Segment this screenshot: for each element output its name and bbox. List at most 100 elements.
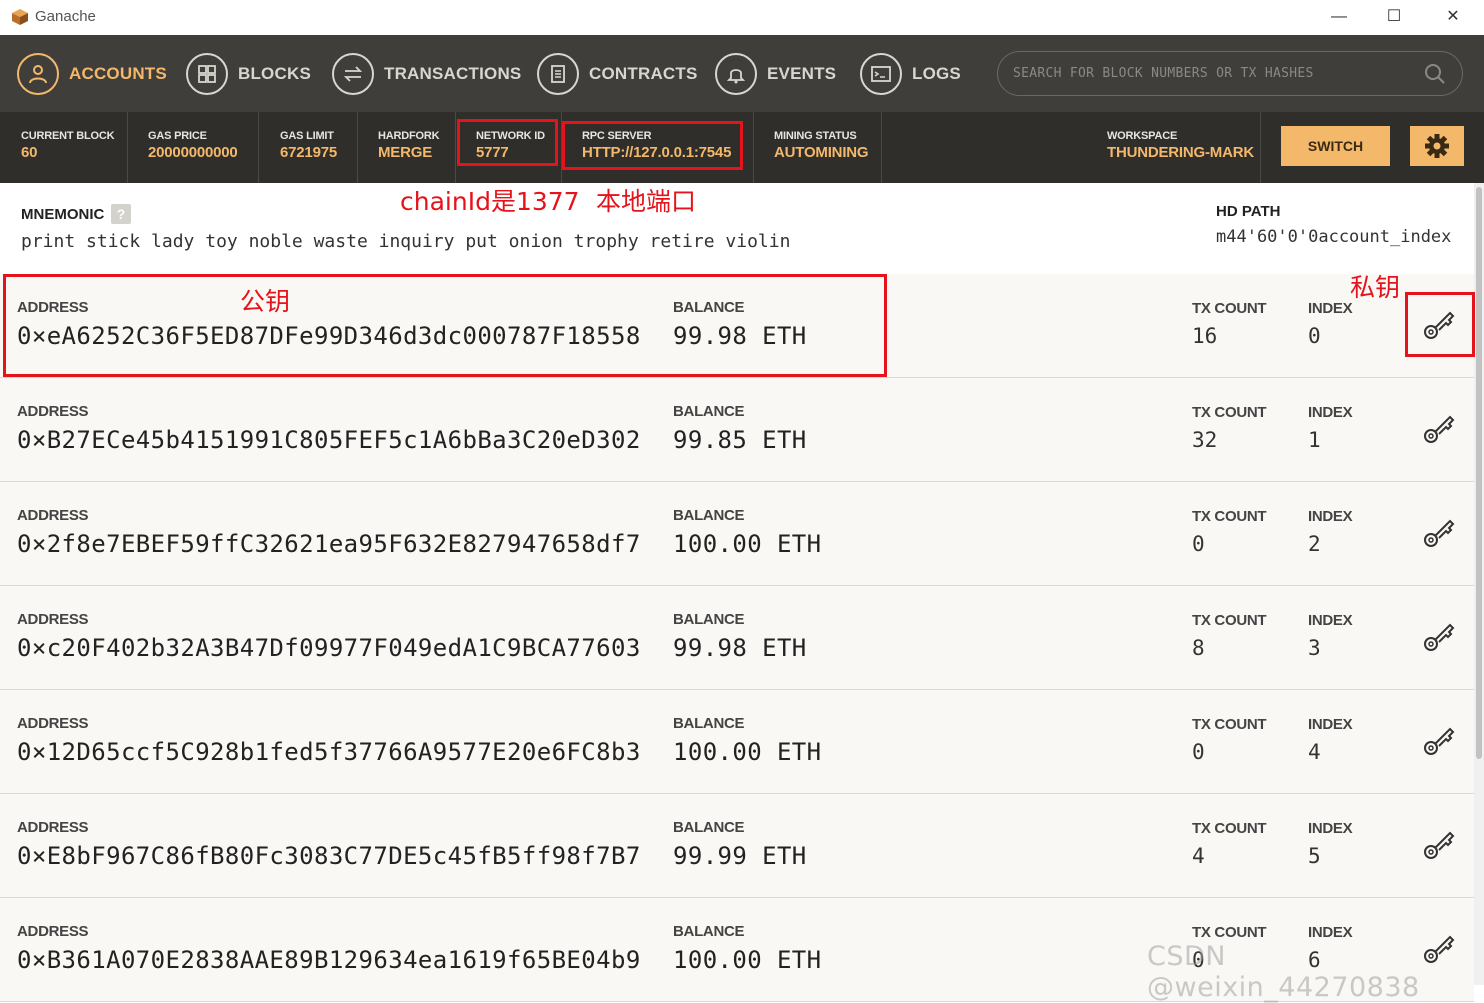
- index-label: INDEX: [1308, 404, 1353, 421]
- key-icon[interactable]: [1422, 619, 1456, 653]
- stat-label: MINING STATUS: [774, 130, 857, 142]
- account-balance: 99.85 ETH: [673, 426, 807, 454]
- account-tx-count: 0: [1192, 532, 1205, 556]
- account-balance: 99.98 ETH: [673, 634, 807, 662]
- index-label: INDEX: [1308, 924, 1353, 941]
- hardfork-stat: HARDFORK MERGE: [378, 130, 440, 161]
- balance-label: BALANCE: [673, 611, 745, 628]
- divider: [455, 112, 456, 183]
- help-icon[interactable]: ?: [111, 204, 131, 224]
- search-icon[interactable]: [1424, 63, 1446, 85]
- tx-count-label: TX COUNT: [1192, 612, 1267, 629]
- current-block-stat: CURRENT BLOCK 60: [21, 130, 115, 161]
- account-row: ADDRESS 0×12D65ccf5C928b1fed5f37766A9577…: [0, 690, 1474, 794]
- key-icon[interactable]: [1422, 723, 1456, 757]
- tab-label: ACCOUNTS: [69, 63, 167, 83]
- stat-value: 20000000000: [148, 144, 238, 161]
- close-button[interactable]: ✕: [1430, 4, 1476, 30]
- network-id-highlight: [457, 119, 558, 166]
- address-label: ADDRESS: [17, 507, 89, 524]
- minimize-button[interactable]: —: [1316, 4, 1362, 30]
- stat-label: CURRENT BLOCK: [21, 130, 115, 142]
- transfer-icon: [332, 52, 374, 95]
- account-address: 0×12D65ccf5C928b1fed5f37766A9577E20e6FC8…: [17, 738, 641, 766]
- divider: [357, 112, 358, 183]
- mnemonic-panel: MNEMONIC ? print stick lady toy noble wa…: [0, 183, 1474, 275]
- balance-label: BALANCE: [673, 403, 745, 420]
- account-tx-count: 32: [1192, 428, 1218, 452]
- account-row: ADDRESS 0×2f8e7EBEF59ffC32621ea95F632E82…: [0, 482, 1474, 586]
- hd-path-label: HD PATH: [1216, 203, 1281, 220]
- search-input[interactable]: SEARCH FOR BLOCK NUMBERS OR TX HASHES: [997, 51, 1463, 96]
- account-index: 0: [1308, 324, 1321, 348]
- divider: [753, 112, 754, 183]
- tx-count-label: TX COUNT: [1192, 508, 1267, 525]
- stat-label: HARDFORK: [378, 130, 440, 142]
- address-label: ADDRESS: [17, 715, 89, 732]
- account-row: ADDRESS 0×c20F402b32A3B47Df09977F049edA1…: [0, 586, 1474, 690]
- tx-count-label: TX COUNT: [1192, 820, 1267, 837]
- vertical-scrollbar[interactable]: [1474, 183, 1484, 985]
- local-port-annotation: 本地端口: [596, 187, 697, 216]
- tab-contracts[interactable]: CONTRACTS: [537, 51, 698, 96]
- account-address: 0×2f8e7EBEF59ffC32621ea95F632E827947658d…: [17, 530, 641, 558]
- index-label: INDEX: [1308, 820, 1353, 837]
- account-row: ADDRESS 0×E8bF967C86fB80Fc3083C77DE5c45f…: [0, 794, 1474, 898]
- account-tx-count: 8: [1192, 636, 1205, 660]
- key-icon[interactable]: [1422, 515, 1456, 549]
- document-icon: [537, 52, 579, 95]
- index-label: INDEX: [1308, 716, 1353, 733]
- account-tx-count: 4: [1192, 844, 1205, 868]
- stat-value: MERGE: [378, 144, 433, 161]
- balance-label: BALANCE: [673, 715, 745, 732]
- address-label: ADDRESS: [17, 923, 89, 940]
- main-nav: ACCOUNTS BLOCKS TRANSACTIONS CONTRACTS E…: [0, 35, 1484, 112]
- index-label: INDEX: [1308, 508, 1353, 525]
- scrollbar-thumb[interactable]: [1476, 187, 1482, 759]
- tx-count-label: TX COUNT: [1192, 924, 1267, 941]
- address-label: ADDRESS: [17, 403, 89, 420]
- tab-logs[interactable]: LOGS: [860, 51, 961, 96]
- stat-value: AUTOMINING: [774, 144, 869, 161]
- account-index: 5: [1308, 844, 1321, 868]
- search-placeholder: SEARCH FOR BLOCK NUMBERS OR TX HASHES: [1013, 66, 1314, 81]
- hd-path-value: m44'60'0'0account_index: [1216, 227, 1452, 247]
- account-tx-count: 16: [1192, 324, 1218, 348]
- title-bar: Ganache — ☐ ✕: [0, 0, 1484, 36]
- tab-accounts[interactable]: ACCOUNTS: [17, 51, 167, 96]
- tab-blocks[interactable]: BLOCKS: [186, 51, 311, 96]
- account-index: 4: [1308, 740, 1321, 764]
- ganache-logo-icon: [12, 9, 28, 25]
- stat-value: 6721975: [280, 144, 337, 161]
- key-icon[interactable]: [1422, 411, 1456, 445]
- stat-label: GAS PRICE: [148, 130, 207, 142]
- switch-workspace-button[interactable]: SWITCH: [1281, 126, 1390, 166]
- bell-icon: [715, 52, 757, 95]
- account-index: 1: [1308, 428, 1321, 452]
- stat-label: WORKSPACE: [1107, 130, 1178, 142]
- account-row: ADDRESS 0×B27ECe45b4151991C805FEF5c1A6bB…: [0, 378, 1474, 482]
- account-balance: 100.00 ETH: [673, 738, 822, 766]
- stat-label: GAS LIMIT: [280, 130, 334, 142]
- accounts-list: ADDRESS 0×eA6252C36F5ED87DFe99D346d3dc00…: [0, 274, 1474, 1002]
- index-label: INDEX: [1308, 612, 1353, 629]
- mnemonic-label: MNEMONIC: [21, 206, 105, 223]
- balance-label: BALANCE: [673, 819, 745, 836]
- divider: [1260, 112, 1261, 183]
- settings-button[interactable]: [1410, 126, 1464, 166]
- workspace-stat: WORKSPACE THUNDERING-MARK: [1107, 130, 1254, 161]
- account-address: 0×E8bF967C86fB80Fc3083C77DE5c45fB5ff98f7…: [17, 842, 641, 870]
- address-label: ADDRESS: [17, 611, 89, 628]
- address-label: ADDRESS: [17, 819, 89, 836]
- account-balance: 100.00 ETH: [673, 946, 822, 974]
- index-label: INDEX: [1308, 300, 1353, 317]
- account-tx-count: 0: [1192, 740, 1205, 764]
- balance-label: BALANCE: [673, 507, 745, 524]
- key-icon[interactable]: [1422, 827, 1456, 861]
- tab-transactions[interactable]: TRANSACTIONS: [332, 51, 521, 96]
- divider: [258, 112, 259, 183]
- first-account-highlight: [3, 274, 887, 377]
- account-address: 0×B27ECe45b4151991C805FEF5c1A6bBa3C20eD3…: [17, 426, 641, 454]
- tab-events[interactable]: EVENTS: [715, 51, 836, 96]
- maximize-button[interactable]: ☐: [1371, 4, 1417, 30]
